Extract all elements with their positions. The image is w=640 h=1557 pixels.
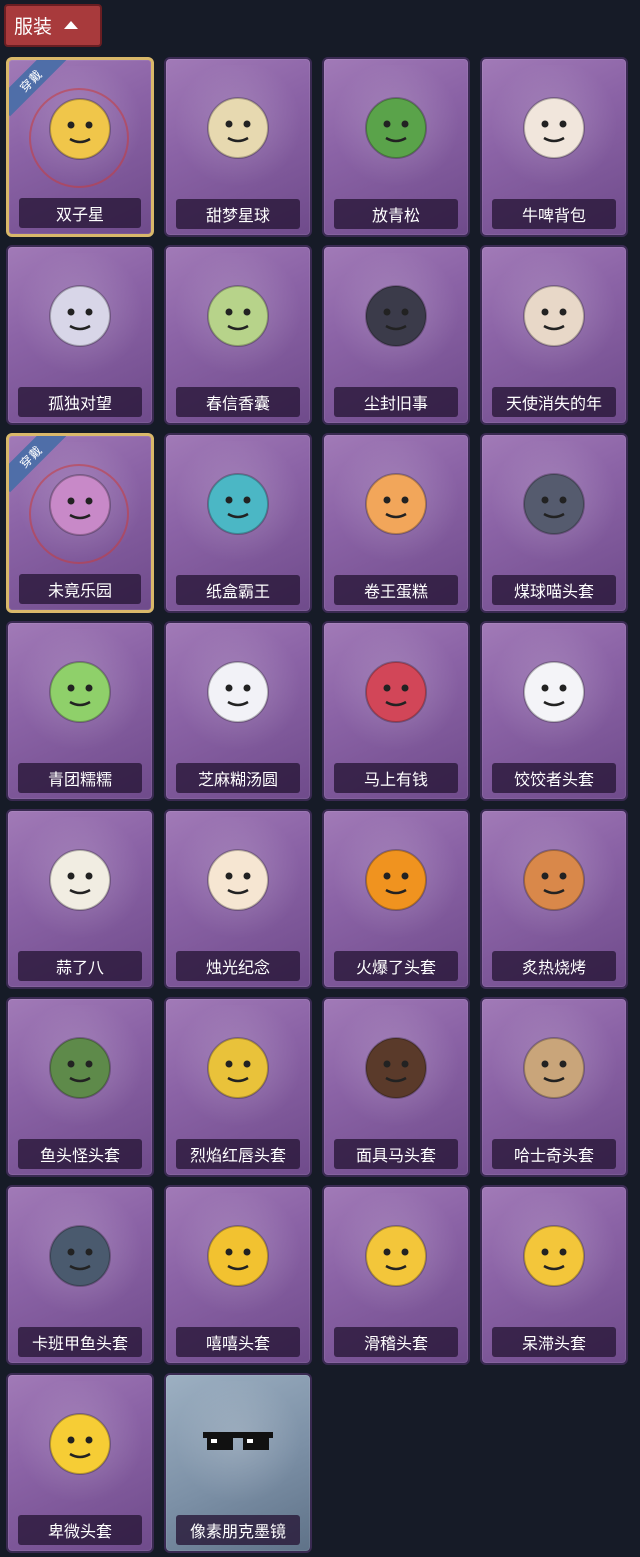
angel-keychain-icon <box>523 285 585 347</box>
costume-card[interactable]: 烛光纪念 <box>164 809 312 989</box>
costume-name: 哈士奇头套 <box>492 1139 616 1169</box>
horse-mask-icon <box>365 1037 427 1099</box>
green-mochi-icon <box>49 661 111 723</box>
dark-hair-keychain-icon <box>365 285 427 347</box>
costume-card[interactable]: 哈士奇头套 <box>480 997 628 1177</box>
costume-name: 面具马头套 <box>334 1139 458 1169</box>
costume-name: 卷王蛋糕 <box>334 575 458 605</box>
yellow-mouse-mask-icon <box>207 1037 269 1099</box>
costume-name: 马上有钱 <box>334 763 458 793</box>
smirk-emoji-icon <box>365 1225 427 1287</box>
dazed-emoji-icon <box>523 1225 585 1287</box>
costume-name: 呆滞头套 <box>492 1327 616 1357</box>
costume-card[interactable]: 鱼头怪头套 <box>6 997 154 1177</box>
candle-icon <box>207 849 269 911</box>
costume-name: 烈焰红唇头套 <box>176 1139 300 1169</box>
costume-name: 饺饺者头套 <box>492 763 616 793</box>
bbq-meat-icon <box>523 849 585 911</box>
costume-name: 鱼头怪头套 <box>18 1139 142 1169</box>
costume-card[interactable]: 马上有钱 <box>322 621 470 801</box>
husky-mask-icon <box>523 1037 585 1099</box>
costume-card[interactable]: 面具马头套 <box>322 997 470 1177</box>
costume-card[interactable]: 蒜了八 <box>6 809 154 989</box>
costume-card[interactable]: 放青松 <box>322 57 470 237</box>
costume-name: 纸盒霸王 <box>176 575 300 605</box>
costume-name: 卑微头套 <box>18 1515 142 1545</box>
fire-head-icon <box>365 849 427 911</box>
costume-card[interactable]: 穿戴 双子星 <box>6 57 154 237</box>
costume-card[interactable]: 芝麻糊汤圆 <box>164 621 312 801</box>
pixel-sunglasses-icon <box>203 1432 273 1450</box>
costume-name: 天使消失的年 <box>492 387 616 417</box>
pink-hair-doll-icon <box>49 474 111 536</box>
costume-card[interactable]: 火爆了头套 <box>322 809 470 989</box>
dumpling-head-icon <box>523 661 585 723</box>
costume-category-button[interactable]: 服装 <box>4 4 102 47</box>
costume-name: 未竟乐园 <box>19 574 141 604</box>
black-cat-head-icon <box>523 473 585 535</box>
category-title: 服装 <box>14 16 53 38</box>
costume-card[interactable]: 卡班甲鱼头套 <box>6 1185 154 1365</box>
costume-card[interactable]: 滑稽头套 <box>322 1185 470 1365</box>
costume-card[interactable]: 烈焰红唇头套 <box>164 997 312 1177</box>
costume-grid: 穿戴 双子星 甜梦星球 放青松 牛啤背包 孤独对望 春信香囊 尘封旧事 天使消失… <box>6 57 634 1553</box>
costume-name: 牛啤背包 <box>492 199 616 229</box>
cow-beer-barrel-icon <box>523 97 585 159</box>
costume-card[interactable]: 煤球喵头套 <box>480 433 628 613</box>
costume-card[interactable]: 孤独对望 <box>6 245 154 425</box>
moon-cat-icon <box>207 97 269 159</box>
costume-card[interactable]: 饺饺者头套 <box>480 621 628 801</box>
costume-card[interactable]: 牛啤背包 <box>480 57 628 237</box>
costume-card[interactable]: 纸盒霸王 <box>164 433 312 613</box>
red-horse-icon <box>365 661 427 723</box>
box-dinosaur-icon <box>207 473 269 535</box>
bonsai-pine-icon <box>365 97 427 159</box>
costume-name: 芝麻糊汤圆 <box>176 763 300 793</box>
fish-mask-icon <box>49 1037 111 1099</box>
planet-doll-icon <box>49 98 111 160</box>
costume-name: 炙热烧烤 <box>492 951 616 981</box>
white-dumpling-icon <box>207 661 269 723</box>
costume-card[interactable]: 呆滞头套 <box>480 1185 628 1365</box>
whale-head-icon <box>49 1225 111 1287</box>
costume-name: 甜梦星球 <box>176 199 300 229</box>
chevron-up-icon <box>64 20 79 29</box>
costume-name: 春信香囊 <box>176 387 300 417</box>
costume-card[interactable]: 春信香囊 <box>164 245 312 425</box>
costume-name: 火爆了头套 <box>334 951 458 981</box>
garlic-icon <box>49 849 111 911</box>
green-sachet-icon <box>207 285 269 347</box>
humble-emoji-icon <box>49 1413 111 1475</box>
costume-name: 尘封旧事 <box>334 387 458 417</box>
costume-name: 双子星 <box>19 198 141 228</box>
costume-card[interactable]: 尘封旧事 <box>322 245 470 425</box>
costume-name: 青团糯糯 <box>18 763 142 793</box>
costume-card[interactable]: 炙热烧烤 <box>480 809 628 989</box>
costume-name: 卡班甲鱼头套 <box>18 1327 142 1357</box>
grin-emoji-icon <box>207 1225 269 1287</box>
costume-name: 放青松 <box>334 199 458 229</box>
costume-name: 滑稽头套 <box>334 1327 458 1357</box>
costume-card[interactable]: 嘻嘻头套 <box>164 1185 312 1365</box>
costume-card[interactable]: 卑微头套 <box>6 1373 154 1553</box>
silver-hair-keychain-icon <box>49 285 111 347</box>
costume-name: 孤独对望 <box>18 387 142 417</box>
costume-name: 像素朋克墨镜 <box>176 1515 300 1545</box>
costume-name: 煤球喵头套 <box>492 575 616 605</box>
costume-card[interactable]: 穿戴 未竟乐园 <box>6 433 154 613</box>
costume-card[interactable]: 甜梦星球 <box>164 57 312 237</box>
costume-card[interactable]: 青团糯糯 <box>6 621 154 801</box>
costume-name: 蒜了八 <box>18 951 142 981</box>
costume-card[interactable]: 像素朋克墨镜 <box>164 1373 312 1553</box>
costume-card[interactable]: 卷王蛋糕 <box>322 433 470 613</box>
costume-name: 烛光纪念 <box>176 951 300 981</box>
swiss-roll-icon <box>365 473 427 535</box>
costume-card[interactable]: 天使消失的年 <box>480 245 628 425</box>
costume-name: 嘻嘻头套 <box>176 1327 300 1357</box>
